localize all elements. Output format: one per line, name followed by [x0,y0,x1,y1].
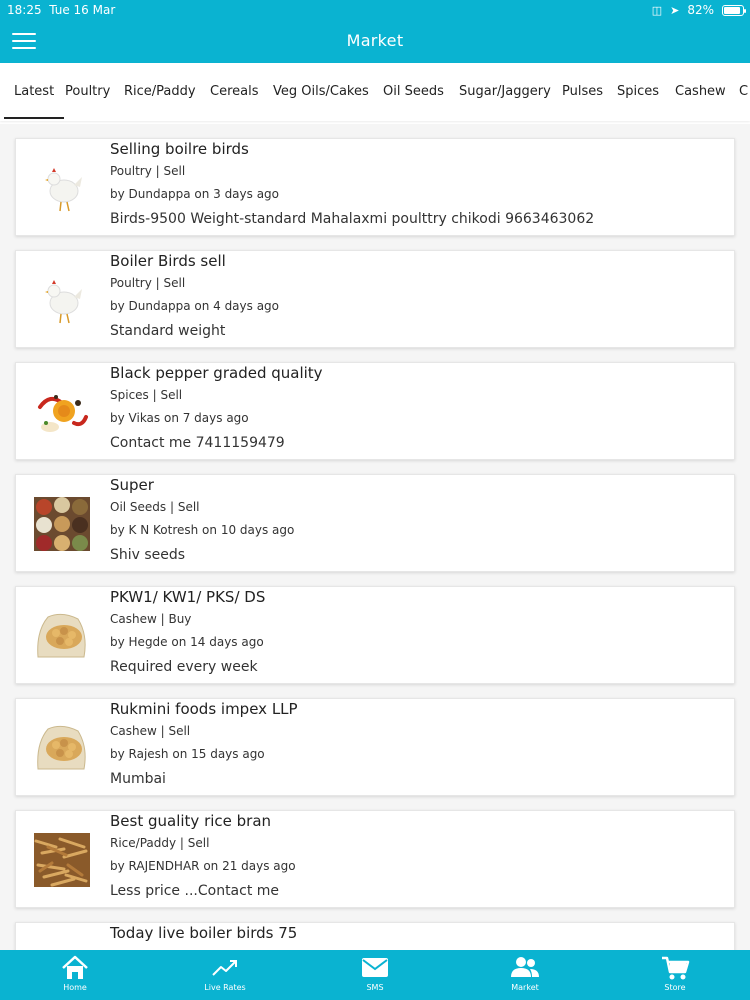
cart-icon [662,956,690,980]
bottom-tab-label: Market [511,983,539,992]
listing-card[interactable]: Selling boilre birds Poultry | Sell by D… [15,138,735,236]
listing-byline: by K N Kotresh on 10 days ago [110,523,295,537]
listing-byline: by Dundappa on 3 days ago [110,187,280,201]
tab-sugar-jaggery[interactable]: Sugar/Jaggery [459,63,551,121]
bottom-tab-home[interactable]: Home [0,950,150,1000]
listing-category: Cashew | Sell [110,724,191,738]
tab-cashew[interactable]: Cashew [675,63,726,121]
home-icon [62,955,88,979]
listing-title: Selling boilre birds [110,140,249,158]
bottom-tab-market[interactable]: Market [450,950,600,1000]
listing-description: Less price ...Contact me [110,883,280,899]
listing-title: PKW1/ KW1/ PKS/ DS [110,588,266,606]
people-icon [511,957,539,977]
bottom-tab-label: Home [63,983,87,992]
seeds-image [34,497,90,551]
tab-oil-seeds[interactable]: Oil Seeds [383,63,444,121]
rice-bran-image [34,833,90,887]
bottom-tab-label: Live Rates [204,983,246,992]
tab-rice-paddy[interactable]: Rice/Paddy [124,63,196,121]
listing-card[interactable]: Boiler Birds sell Poultry | Sell by Dund… [15,250,735,348]
listing-byline: by Vikas on 7 days ago [110,411,249,425]
bottom-tab-store[interactable]: Store [600,950,750,1000]
listing-card[interactable]: Black pepper graded quality Spices | Sel… [15,362,735,460]
listing-card[interactable]: Rukmini foods impex LLP Cashew | Sell by… [15,698,735,796]
tab-poultry[interactable]: Poultry [65,63,110,121]
bottom-tab-sms[interactable]: SMS [300,950,450,1000]
listing-category: Poultry | Sell [110,164,186,178]
bottom-tab-label: Store [664,983,686,992]
cashew-sack-image [37,613,86,658]
bottom-tab-label: SMS [366,983,384,992]
listing-category: Cashew | Buy [110,612,192,626]
listing-byline: by Rajesh on 15 days ago [110,747,265,761]
listing-category: Rice/Paddy | Sell [110,836,210,850]
tab-latest[interactable]: Latest [3,63,65,121]
location-arrow-icon: ➤ [670,3,680,17]
bottom-tab-bar: Home Live Rates SMS Market Store [0,950,750,1000]
screen-lock-icon: ◫ [651,3,663,17]
listing-description: Standard weight [110,323,226,339]
listing-description: Birds-9500 Weight-standard Mahalaxmi pou… [110,211,595,227]
tab-cereals[interactable]: Cereals [210,63,258,121]
chicken-image [45,168,82,212]
listing-category: Poultry | Sell [110,276,186,290]
battery-percentage: 82% [687,3,714,17]
listing-card[interactable]: Today live boiler birds 75 [15,922,735,950]
listing-category: Oil Seeds | Sell [110,500,200,514]
envelope-icon [362,958,388,977]
trend-chart-icon [212,960,237,976]
listing-card[interactable]: Best guality rice bran Rice/Paddy | Sell… [15,810,735,908]
listing-category: Spices | Sell [110,388,183,402]
status-bar: 18:25 Tue 16 Mar ◫ ➤ 82% [0,0,750,20]
top-bar: 18:25 Tue 16 Mar ◫ ➤ 82% Market [0,0,750,63]
tab-pulses[interactable]: Pulses [562,63,603,121]
battery-icon [722,4,746,16]
listing-title: Today live boiler birds 75 [110,924,298,942]
listing-card[interactable]: Super Oil Seeds | Sell by K N Kotresh on… [15,474,735,572]
tab-overflow[interactable]: C [739,63,748,121]
listing-title: Boiler Birds sell [110,252,226,270]
tab-spices[interactable]: Spices [617,63,659,121]
status-indicators: ◫ ➤ 82% [651,3,746,17]
spices-image [38,395,88,432]
listing-byline: by RAJENDHAR on 21 days ago [110,859,296,873]
listing-title: Black pepper graded quality [110,364,323,382]
category-tabs: Latest Poultry Rice/Paddy Cereals Veg Oi… [0,63,750,121]
listing-description: Contact me 7411159479 [110,435,285,451]
status-time: 18:25 [7,3,42,17]
listing-title: Super [110,476,154,494]
listing-description: Mumbai [110,771,166,787]
status-date: Tue 16 Mar [49,3,116,17]
listing-byline: by Dundappa on 4 days ago [110,299,280,313]
page-title: Market [346,31,404,50]
listing-byline: by Hegde on 14 days ago [110,635,264,649]
tab-veg-oils-cakes[interactable]: Veg Oils/Cakes [273,63,369,121]
cashew-sack-image [37,725,86,770]
listing-title: Best guality rice bran [110,812,272,830]
chicken-image [45,280,82,324]
listing-description: Shiv seeds [110,547,186,563]
listing-title: Rukmini foods impex LLP [110,700,298,718]
listing-description: Required every week [110,659,258,675]
bottom-tab-live-rates[interactable]: Live Rates [150,950,300,1000]
listing-card[interactable]: PKW1/ KW1/ PKS/ DS Cashew | Buy by Hegde… [15,586,735,684]
listing-list: Selling boilre birds Poultry | Sell by D… [0,124,750,950]
